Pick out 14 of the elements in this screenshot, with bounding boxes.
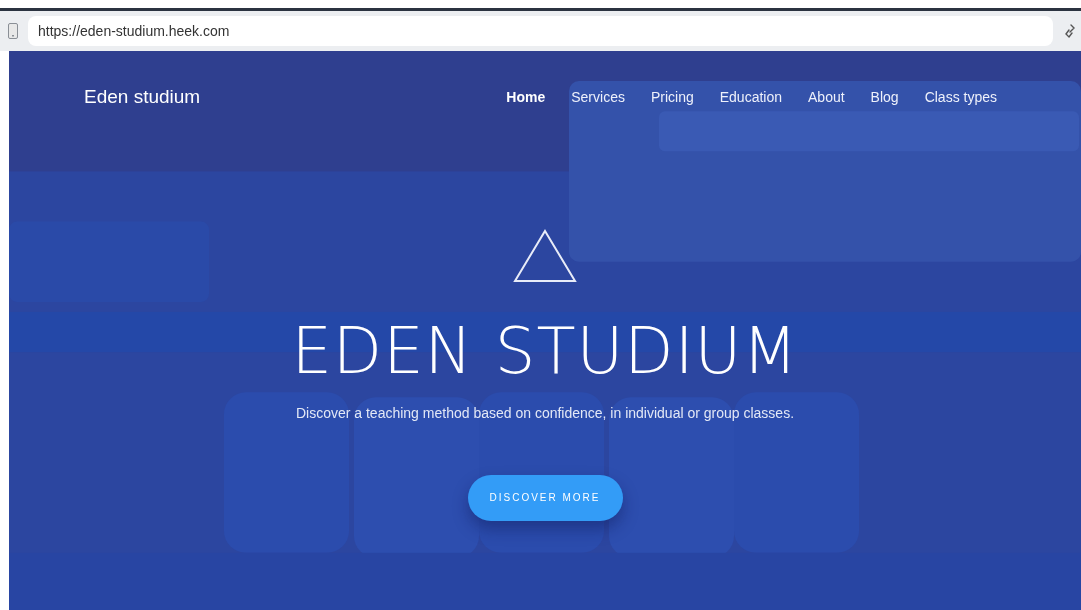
address-field[interactable]: https://eden-studium.heek.com [28, 16, 1053, 46]
page-icon [8, 23, 18, 39]
hero-title: EDEN STUDIUM [291, 318, 799, 383]
link-icon[interactable] [1063, 23, 1077, 39]
nav-link[interactable]: Blog [870, 86, 899, 108]
nav-link[interactable]: Class types [924, 86, 997, 108]
triangle-icon [513, 228, 577, 283]
nav-link[interactable]: About [808, 86, 845, 108]
hero-subtitle: Discover a teaching method based on confidence, in individual or group classes. [295, 403, 795, 423]
nav-link[interactable]: Services [571, 86, 625, 108]
nav-link[interactable]: Pricing [650, 86, 694, 108]
nav-link[interactable]: Home [506, 86, 546, 108]
site-logo[interactable]: Eden studium [84, 83, 201, 112]
nav-link[interactable]: Education [719, 86, 782, 108]
